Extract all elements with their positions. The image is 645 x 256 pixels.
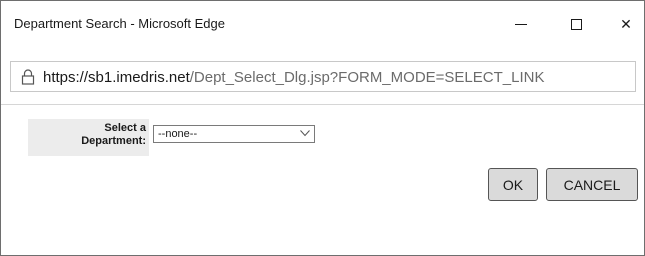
cancel-button[interactable]: CANCEL: [546, 168, 638, 201]
chevron-down-icon: [300, 130, 310, 137]
department-label-line1: Select a: [104, 122, 146, 134]
browser-window: Department Search - Microsoft Edge ✕ htt…: [0, 0, 645, 256]
department-select-value: --none--: [158, 128, 198, 140]
department-label-cell: Select a Department:: [28, 119, 149, 156]
address-bar[interactable]: https://sb1.imedris.net/Dept_Select_Dlg.…: [10, 61, 636, 92]
url-text: https://sb1.imedris.net/Dept_Select_Dlg.…: [43, 69, 544, 86]
close-button[interactable]: ✕: [603, 1, 645, 48]
close-icon: ✕: [620, 16, 632, 32]
maximize-button[interactable]: [553, 1, 599, 48]
department-label-line2: Department:: [81, 135, 146, 147]
maximize-icon: [570, 19, 582, 30]
title-bar: Department Search - Microsoft Edge ✕: [1, 1, 644, 48]
window-title: Department Search - Microsoft Edge: [14, 16, 225, 31]
minimize-button[interactable]: [498, 1, 544, 48]
url-host: https://sb1.imedris.net: [43, 69, 190, 86]
department-label: Select a Department:: [81, 122, 146, 148]
url-path: /Dept_Select_Dlg.jsp?FORM_MODE=SELECT_LI…: [189, 69, 545, 86]
department-select[interactable]: --none--: [153, 125, 315, 143]
ok-button[interactable]: OK: [488, 168, 538, 201]
minimize-icon: [515, 24, 527, 25]
lock-icon: [21, 69, 35, 85]
content-divider: [1, 104, 644, 105]
